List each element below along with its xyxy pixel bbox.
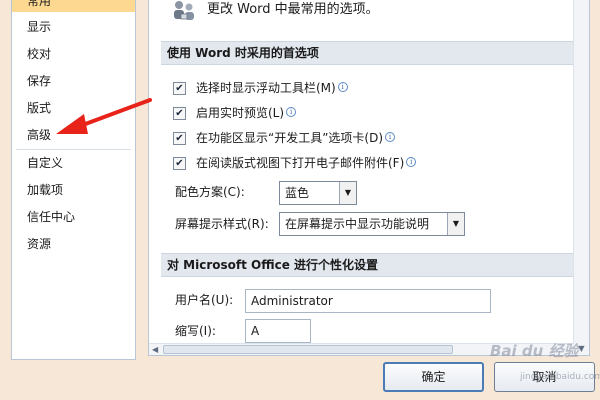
nav-divider	[16, 149, 131, 150]
baidu-watermark-url: jingyan.baidu.com	[520, 372, 600, 382]
checkbox-mini-toolbar[interactable]: ✔	[173, 82, 186, 95]
people-settings-icon	[174, 1, 194, 20]
info-icon[interactable]: i	[286, 107, 297, 117]
nav-item-proofing[interactable]: 校对	[12, 43, 135, 65]
username-label: 用户名(U):	[175, 293, 234, 307]
color-scheme-label: 配色方案(C):	[175, 185, 245, 199]
vertical-scrollbar[interactable]: ▼	[573, 0, 589, 355]
options-content-panel: 更改 Word 中最常用的选项。 使用 Word 时采用的首选项 ✔ 选择时显示…	[148, 0, 590, 356]
nav-item-trust-center[interactable]: 信任中心	[12, 206, 135, 228]
screentip-style-select[interactable]: 在屏幕提示中显示功能说明 ▼	[279, 212, 465, 236]
info-icon[interactable]: i	[406, 157, 417, 167]
nav-item-customize[interactable]: 自定义	[12, 152, 135, 174]
nav-item-advanced[interactable]: 高级	[12, 124, 135, 146]
ok-button[interactable]: 确定	[383, 362, 484, 392]
checkbox-live-preview[interactable]: ✔	[173, 107, 186, 120]
nav-item-layout[interactable]: 版式	[12, 97, 135, 119]
option-label: 选择时显示浮动工具栏(M) i	[196, 79, 348, 97]
nav-item-popular[interactable]: 常用	[12, 0, 135, 12]
color-scheme-value: 蓝色	[285, 186, 310, 200]
page-header: 更改 Word 中最常用的选项。	[207, 2, 379, 17]
initials-label: 缩写(I):	[175, 324, 216, 338]
initials-input[interactable]: A	[245, 319, 311, 343]
info-icon[interactable]: i	[337, 82, 348, 92]
option-label: 在阅读版式视图下打开电子邮件附件(F) i	[196, 154, 417, 172]
username-input[interactable]: Administrator	[245, 289, 491, 313]
screentip-style-label: 屏幕提示样式(R):	[175, 217, 269, 231]
nav-item-addins[interactable]: 加载项	[12, 179, 135, 201]
section-header-preferences: 使用 Word 时采用的首选项	[161, 41, 577, 65]
screentip-style-value: 在屏幕提示中显示功能说明	[285, 217, 430, 231]
nav-item-resources[interactable]: 资源	[12, 233, 135, 255]
nav-item-display[interactable]: 显示	[12, 16, 135, 38]
checkbox-developer-tab[interactable]: ✔	[173, 132, 186, 145]
scroll-left-icon[interactable]: ◀	[152, 344, 158, 355]
option-label: 在功能区显示“开发工具”选项卡(D) i	[196, 129, 396, 147]
options-nav-panel: 常用 显示 校对 保存 版式 高级 自定义 加载项 信任中心 资源	[11, 0, 136, 360]
section-header-personalize: 对 Microsoft Office 进行个性化设置	[161, 253, 577, 277]
checkbox-open-attachments[interactable]: ✔	[173, 157, 186, 170]
info-icon[interactable]: i	[385, 132, 396, 142]
color-scheme-select[interactable]: 蓝色 ▼	[279, 181, 357, 205]
nav-item-save[interactable]: 保存	[12, 70, 135, 92]
chevron-down-icon[interactable]: ▼	[447, 213, 464, 235]
option-label: 启用实时预览(L) i	[196, 104, 297, 122]
scrollbar-thumb[interactable]	[163, 345, 453, 354]
chevron-down-icon[interactable]: ▼	[339, 182, 356, 204]
baidu-watermark: Bai du 经验	[490, 342, 579, 360]
